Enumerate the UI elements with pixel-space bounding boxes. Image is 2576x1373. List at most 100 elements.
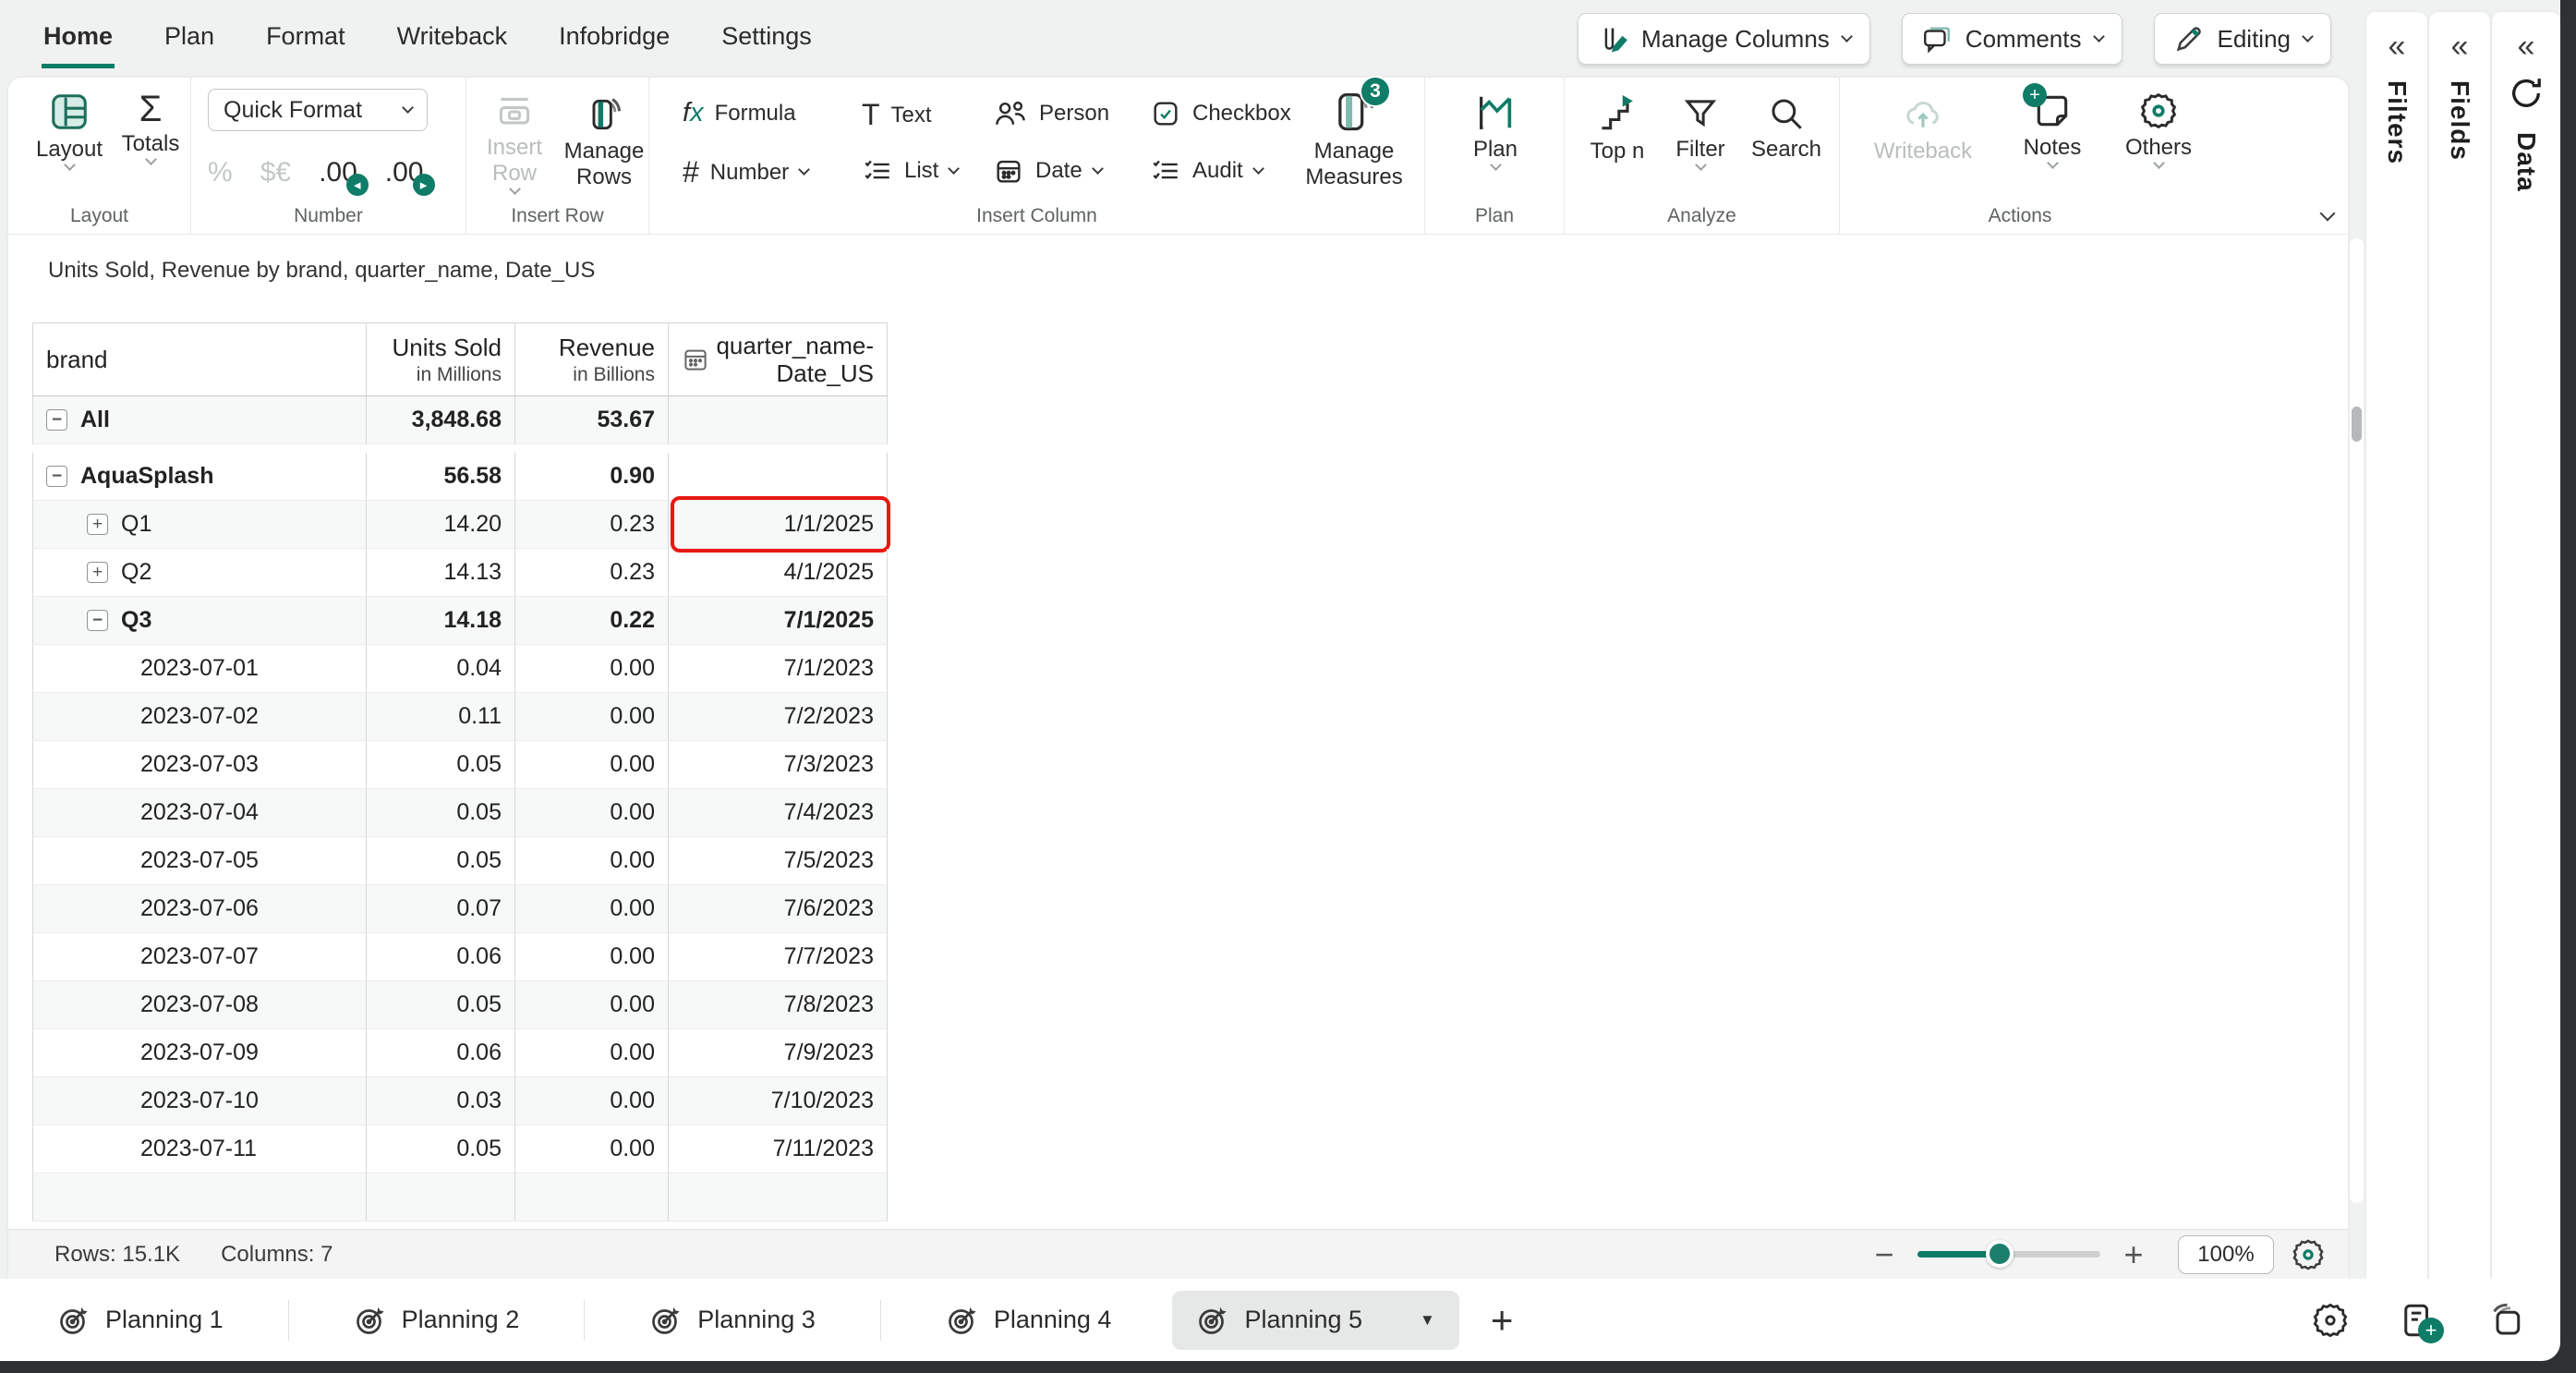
row-label-cell[interactable]: −Q3 <box>32 597 366 645</box>
quarter-date-cell[interactable]: 7/1/2023 <box>668 645 888 693</box>
units-sold-cell[interactable]: 0.03 <box>366 1077 514 1125</box>
manage-measures-button[interactable]: 3 Manage Measures <box>1294 87 1414 190</box>
revenue-cell[interactable]: 0.00 <box>514 693 668 741</box>
percent-format-button[interactable]: % <box>208 157 233 188</box>
insert-text-button[interactable]: T Text <box>862 98 932 132</box>
currency-format-button[interactable]: $€ <box>260 157 291 188</box>
row-label-cell[interactable]: 2023-07-09 <box>32 1029 366 1077</box>
search-button[interactable]: Search <box>1748 94 1825 163</box>
insert-number-button[interactable]: # Number <box>683 155 808 189</box>
quarter-date-cell[interactable]: 7/2/2023 <box>668 693 888 741</box>
revenue-cell[interactable]: 0.90 <box>514 453 668 501</box>
zoom-level-value[interactable]: 100% <box>2178 1235 2274 1274</box>
totals-button[interactable]: Σ Totals <box>115 91 186 164</box>
expand-filters-icon[interactable]: « <box>2389 32 2406 60</box>
revenue-cell[interactable]: 0.00 <box>514 1077 668 1125</box>
collapse-row-icon[interactable]: − <box>46 466 67 487</box>
column-header-quarter-date[interactable]: quarter_name-Date_US <box>668 323 888 395</box>
units-sold-cell[interactable]: 0.11 <box>366 693 514 741</box>
vertical-scrollbar[interactable] <box>2350 238 2364 1203</box>
zoom-in-button[interactable]: + <box>2113 1235 2154 1274</box>
zoom-out-button[interactable]: − <box>1864 1235 1905 1274</box>
menu-format[interactable]: Format <box>264 9 347 68</box>
revenue-cell[interactable]: 0.00 <box>514 1029 668 1077</box>
manage-rows-button[interactable]: Manage Rows <box>562 94 646 190</box>
quarter-date-cell[interactable]: 7/5/2023 <box>668 837 888 885</box>
quarter-date-cell[interactable] <box>668 453 888 501</box>
quarter-date-cell[interactable] <box>668 396 888 444</box>
add-worksheet-icon[interactable]: + <box>2398 1301 2437 1340</box>
units-sold-cell[interactable]: 0.04 <box>366 645 514 693</box>
settings-gear-icon[interactable] <box>2311 1301 2350 1340</box>
refresh-icon[interactable] <box>2508 75 2545 112</box>
revenue-cell[interactable]: 0.00 <box>514 645 668 693</box>
others-button[interactable]: Others <box>2117 91 2200 167</box>
scrollbar-thumb[interactable] <box>2352 407 2362 442</box>
units-sold-cell[interactable]: 14.13 <box>366 549 514 597</box>
comments-button[interactable]: Comments <box>1902 13 2122 65</box>
insert-date-button[interactable]: Date <box>993 155 1102 187</box>
units-sold-cell[interactable]: 14.20 <box>366 501 514 549</box>
units-sold-cell[interactable]: 0.05 <box>366 837 514 885</box>
row-label-cell[interactable]: 2023-07-01 <box>32 645 366 693</box>
zoom-slider[interactable] <box>1917 1251 2100 1258</box>
insert-checkbox-button[interactable]: Checkbox <box>1150 98 1291 129</box>
quarter-date-cell[interactable]: 7/11/2023 <box>668 1125 888 1173</box>
revenue-cell[interactable]: 0.00 <box>514 789 668 837</box>
units-sold-cell[interactable]: 0.05 <box>366 1125 514 1173</box>
units-sold-cell[interactable]: 14.18 <box>366 597 514 645</box>
expand-data-icon[interactable]: « <box>2518 32 2535 60</box>
revenue-cell[interactable]: 0.22 <box>514 597 668 645</box>
filters-panel-label[interactable]: Filters <box>2382 80 2412 164</box>
filter-button[interactable]: Filter <box>1666 94 1735 169</box>
revenue-cell[interactable]: 0.00 <box>514 837 668 885</box>
quarter-date-cell[interactable]: 7/7/2023 <box>668 933 888 981</box>
zoom-slider-thumb[interactable] <box>1986 1240 2014 1268</box>
layout-button[interactable]: Layout <box>30 91 108 169</box>
quarter-date-cell[interactable]: 4/1/2025 <box>668 549 888 597</box>
revenue-cell[interactable]: 0.23 <box>514 501 668 549</box>
expand-row-icon[interactable]: + <box>87 514 108 535</box>
quick-format-select[interactable]: Quick Format <box>208 89 428 131</box>
sheet-tab-1[interactable]: Planning 1 <box>33 1291 248 1350</box>
menu-plan[interactable]: Plan <box>163 9 216 68</box>
row-label-cell[interactable]: 2023-07-06 <box>32 885 366 933</box>
row-label-cell[interactable]: +Q1 <box>32 501 366 549</box>
manage-columns-button[interactable]: Manage Columns <box>1578 13 1870 65</box>
row-label-cell[interactable]: 2023-07-04 <box>32 789 366 837</box>
menu-writeback[interactable]: Writeback <box>395 9 510 68</box>
row-label-cell[interactable]: +Q2 <box>32 549 366 597</box>
column-header-units-sold[interactable]: Units Soldin Millions <box>366 323 514 395</box>
collapse-row-icon[interactable]: − <box>46 409 67 431</box>
units-sold-cell[interactable]: 3,848.68 <box>366 396 514 444</box>
add-sheet-button[interactable]: + <box>1491 1298 1514 1343</box>
sheet-tab-4[interactable]: Planning 4 <box>922 1291 1136 1350</box>
row-label-cell[interactable]: −All <box>32 396 366 444</box>
expand-fields-icon[interactable]: « <box>2451 32 2469 60</box>
revenue-cell[interactable]: 0.00 <box>514 741 668 789</box>
menu-infobridge[interactable]: Infobridge <box>557 9 671 68</box>
row-label-cell[interactable]: 2023-07-10 <box>32 1077 366 1125</box>
insert-person-button[interactable]: Person <box>993 98 1109 129</box>
menu-home[interactable]: Home <box>42 9 115 68</box>
notes-button[interactable]: + Notes <box>2014 91 2091 167</box>
decrease-decimal-button[interactable]: .00◂ <box>319 157 357 188</box>
row-label-cell[interactable]: −AquaSplash <box>32 453 366 501</box>
sheet-tab-3[interactable]: Planning 3 <box>625 1291 840 1350</box>
revenue-cell[interactable]: 0.00 <box>514 885 668 933</box>
insert-formula-button[interactable]: fx Formula <box>683 98 796 128</box>
quarter-date-cell[interactable]: 7/3/2023 <box>668 741 888 789</box>
editing-button[interactable]: Editing <box>2154 13 2332 65</box>
insert-list-button[interactable]: List <box>862 155 958 187</box>
writeback-button[interactable]: Writeback <box>1868 94 1978 164</box>
units-sold-cell[interactable]: 0.05 <box>366 789 514 837</box>
fields-panel-label[interactable]: Fields <box>2445 80 2474 161</box>
units-sold-cell[interactable]: 0.05 <box>366 741 514 789</box>
menu-settings[interactable]: Settings <box>720 9 814 68</box>
row-label-cell[interactable]: 2023-07-02 <box>32 693 366 741</box>
expand-row-icon[interactable]: + <box>87 562 108 583</box>
units-sold-cell[interactable]: 0.06 <box>366 1029 514 1077</box>
quarter-date-cell[interactable]: 7/1/2025 <box>668 597 888 645</box>
revenue-cell[interactable]: 0.23 <box>514 549 668 597</box>
row-label-cell[interactable]: 2023-07-05 <box>32 837 366 885</box>
